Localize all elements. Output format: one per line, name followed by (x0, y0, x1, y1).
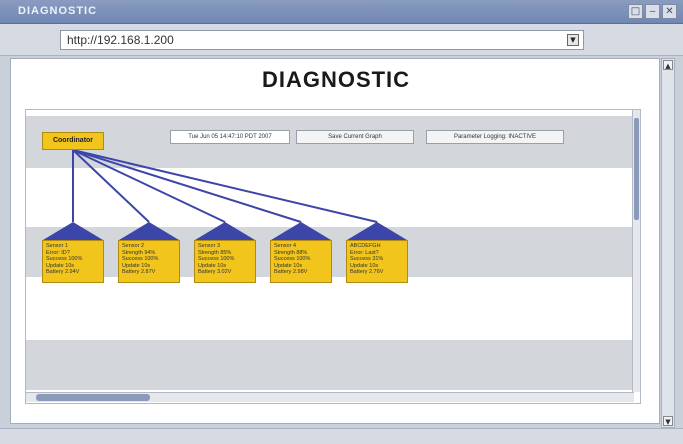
sensor-node[interactable]: Sensor 1 Error: ID? Success 100% Update … (42, 240, 104, 283)
sensor-node[interactable]: Sensor 4 Strength 88% Success 100% Updat… (270, 240, 332, 283)
link-line (72, 149, 150, 223)
node-line: Strength 94% (122, 249, 156, 256)
minimize-icon[interactable]: ‒ (645, 4, 660, 19)
diagnostic-graph-frame: Coordinator Tue Jun 05 14:47:10 PDT 2007… (25, 109, 641, 404)
node-line: Strength 85% (198, 249, 232, 256)
node-line: Battery 2.87V (122, 269, 156, 276)
node-line: Success 100% (198, 256, 235, 263)
coordinator-node[interactable]: Coordinator (42, 132, 104, 150)
timestamp-field: Tue Jun 05 14:47:10 PDT 2007 (170, 130, 290, 144)
page-viewport: DIAGNOSTIC Coordinator Tue Jun 05 14:47:… (10, 58, 660, 424)
scroll-up-icon[interactable]: ▲ (663, 60, 673, 70)
link-line (72, 149, 302, 223)
node-line: Update 10s (274, 262, 303, 269)
node-line: Update 10s (122, 262, 151, 269)
title-bar: DIAGNOSTIC □ ‒ ✕ (0, 0, 683, 24)
address-row: ▼ (0, 24, 683, 56)
node-line: Battery 3.02V (198, 269, 232, 276)
scroll-down-icon[interactable]: ▼ (663, 416, 673, 426)
graph-vertical-scrollbar[interactable] (632, 110, 640, 392)
node-line: Update 10s (46, 262, 75, 269)
parameter-logging-button[interactable]: Parameter Logging: INACTIVE (426, 130, 564, 144)
maximize-icon[interactable]: □ (628, 4, 643, 19)
sensor-node[interactable]: Sensor 2 Strength 94% Success 100% Updat… (118, 240, 180, 283)
chevron-down-icon[interactable]: ▼ (567, 34, 579, 46)
window-title: DIAGNOSTIC (18, 5, 98, 17)
node-caps (43, 222, 407, 240)
scroll-thumb[interactable] (634, 118, 639, 220)
node-line: Update 10s (198, 262, 227, 269)
node-line: Sensor 2 (122, 243, 145, 249)
node-line: Battery 2.94V (46, 269, 80, 276)
node-line: Update 10s (350, 262, 379, 269)
sensor-node[interactable]: Sensor 3 Strength 85% Success 100% Updat… (194, 240, 256, 283)
url-input[interactable] (61, 31, 583, 49)
node-line: Sensor 4 (274, 243, 297, 249)
scroll-thumb[interactable] (36, 394, 150, 401)
node-cap (195, 222, 255, 240)
node-line: Success 100% (46, 256, 83, 263)
node-line: Battery 2.76V (350, 269, 384, 276)
node-line: Sensor 3 (198, 243, 221, 249)
close-icon[interactable]: ✕ (662, 4, 677, 19)
node-line: Success 100% (122, 256, 159, 263)
node-cap (271, 222, 331, 240)
node-line: Success 100% (274, 256, 311, 263)
sensor-node[interactable]: ABCDEFGH Error: Last? Success 31% Update… (346, 240, 408, 283)
status-bar (0, 428, 683, 444)
node-line: Strength 88% (274, 249, 308, 256)
graph-horizontal-scrollbar[interactable] (26, 392, 634, 402)
page-vertical-scrollbar[interactable]: ▲ ▼ (661, 58, 675, 428)
node-cap (119, 222, 179, 240)
node-line: Battery 2.98V (274, 269, 308, 276)
node-cap (347, 222, 407, 240)
link-lines (72, 149, 378, 223)
window-controls: □ ‒ ✕ (628, 4, 677, 19)
link-line (72, 149, 226, 223)
node-line: ABCDEFGH (350, 243, 381, 249)
node-line: Success 31% (350, 256, 384, 263)
link-line (72, 149, 378, 223)
node-line: Error: ID? (46, 249, 70, 256)
page-title: DIAGNOSTIC (261, 67, 411, 92)
node-line: Sensor 1 (46, 243, 69, 249)
node-line: Error: Last? (350, 249, 379, 256)
address-bar[interactable]: ▼ (60, 30, 584, 50)
node-cap (43, 222, 103, 240)
save-graph-button[interactable]: Save Current Graph (296, 130, 414, 144)
